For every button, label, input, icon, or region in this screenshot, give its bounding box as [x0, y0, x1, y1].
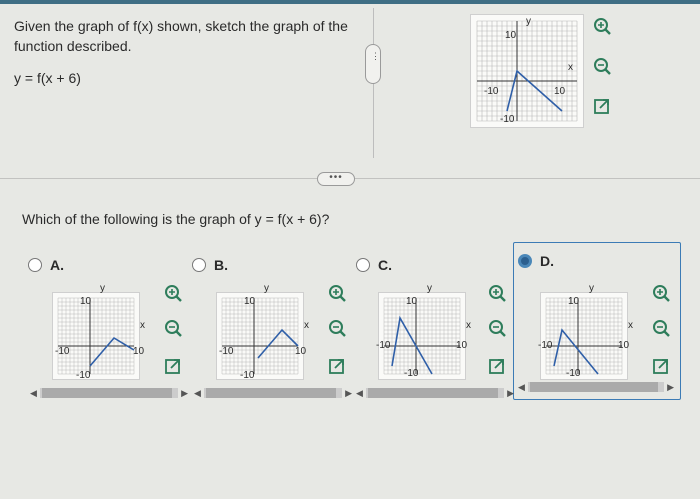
option-a-radio[interactable] [28, 258, 42, 272]
option-d-scrollbar[interactable]: ◀ ▶ [518, 380, 674, 394]
option-a-graph [52, 292, 140, 380]
reference-graph [470, 14, 584, 128]
option-b[interactable]: B. [192, 257, 228, 273]
option-b-tick-bottom: -10 [240, 370, 255, 381]
option-d-label: D. [540, 253, 554, 269]
option-b-label: B. [214, 257, 228, 273]
option-d-x-label: x [628, 320, 633, 331]
option-c-scrollbar[interactable]: ◀ ▶ [356, 386, 514, 400]
ref-y-label: y [526, 16, 531, 27]
option-c-tick-right: 10 [456, 340, 468, 351]
option-c-zoom-in-icon[interactable] [487, 283, 507, 303]
option-c-tick-left: -10 [376, 340, 391, 351]
option-b-tick-right: 10 [295, 346, 307, 357]
option-a-zoom-in-icon[interactable] [163, 283, 183, 303]
option-b-scroll-thumb[interactable] [206, 388, 336, 398]
option-a-zoom-out-icon[interactable] [163, 318, 183, 338]
ref-tick-top: 10 [505, 30, 517, 41]
option-c-scroll-thumb[interactable] [368, 388, 498, 398]
ref-tick-bottom: -10 [500, 114, 515, 125]
question-function: y = f(x + 6) [14, 70, 81, 86]
option-c[interactable]: C. [356, 257, 392, 273]
scroll-right-icon[interactable]: ▶ [345, 386, 352, 400]
option-a-tick-top: 10 [80, 296, 92, 307]
option-b-tick-top: 10 [244, 296, 256, 307]
option-c-x-label: x [466, 320, 471, 331]
horizontal-resize-handle[interactable]: ••• [317, 172, 355, 186]
vertical-resize-handle[interactable]: ⋮ [365, 44, 381, 84]
zoom-out-icon[interactable] [592, 56, 612, 76]
option-d-graph [540, 292, 628, 380]
option-d-tick-left: -10 [538, 340, 553, 351]
zoom-in-icon[interactable] [592, 16, 612, 36]
option-b-popout-icon[interactable] [327, 356, 347, 376]
option-a-x-label: x [140, 320, 145, 331]
option-b-zoom-in-icon[interactable] [327, 283, 347, 303]
scroll-left-icon[interactable]: ◀ [356, 386, 363, 400]
option-d-radio[interactable] [518, 254, 532, 268]
scroll-right-icon[interactable]: ▶ [181, 386, 188, 400]
ref-tick-right: 10 [554, 86, 566, 97]
option-b-x-label: x [304, 320, 309, 331]
ref-x-label: x [568, 62, 573, 73]
option-c-graph [378, 292, 466, 380]
option-a-scrollbar[interactable]: ◀ ▶ [30, 386, 188, 400]
option-d-zoom-in-icon[interactable] [651, 283, 671, 303]
option-a[interactable]: A. [28, 257, 64, 273]
question-which: Which of the following is the graph of y… [22, 211, 330, 227]
option-a-popout-icon[interactable] [163, 356, 183, 376]
option-d-tick-top: 10 [568, 296, 580, 307]
option-d-tick-right: 10 [618, 340, 630, 351]
scroll-left-icon[interactable]: ◀ [30, 386, 37, 400]
scroll-right-icon[interactable]: ▶ [667, 380, 674, 394]
option-a-label: A. [50, 257, 64, 273]
option-b-tick-left: -10 [219, 346, 234, 357]
top-accent-bar [0, 0, 700, 4]
option-b-graph [216, 292, 304, 380]
option-b-y-label: y [264, 283, 269, 294]
scroll-left-icon[interactable]: ◀ [518, 380, 525, 394]
question-prompt: Given the graph of f(x) shown, sketch th… [14, 18, 348, 54]
option-c-tick-top: 10 [406, 296, 418, 307]
option-d-scroll-thumb[interactable] [530, 382, 658, 392]
option-d-zoom-out-icon[interactable] [651, 318, 671, 338]
option-a-scroll-thumb[interactable] [42, 388, 172, 398]
option-a-tick-right: 10 [133, 346, 145, 357]
scroll-left-icon[interactable]: ◀ [194, 386, 201, 400]
option-c-y-label: y [427, 283, 432, 294]
reference-grid [476, 20, 578, 122]
option-c-popout-icon[interactable] [487, 356, 507, 376]
option-c-zoom-out-icon[interactable] [487, 318, 507, 338]
option-c-radio[interactable] [356, 258, 370, 272]
option-b-radio[interactable] [192, 258, 206, 272]
option-d-y-label: y [589, 283, 594, 294]
option-a-tick-left: -10 [55, 346, 70, 357]
option-b-scrollbar[interactable]: ◀ ▶ [194, 386, 352, 400]
option-d-popout-icon[interactable] [651, 356, 671, 376]
scroll-right-icon[interactable]: ▶ [507, 386, 514, 400]
option-a-y-label: y [100, 283, 105, 294]
option-d[interactable]: D. [518, 253, 554, 269]
popout-icon[interactable] [592, 96, 612, 116]
option-a-tick-bottom: -10 [76, 370, 91, 381]
option-c-label: C. [378, 257, 392, 273]
ref-tick-left: -10 [484, 86, 499, 97]
option-d-tick-bottom: -10 [566, 368, 581, 379]
option-b-zoom-out-icon[interactable] [327, 318, 347, 338]
option-c-tick-bottom: -10 [404, 368, 419, 379]
